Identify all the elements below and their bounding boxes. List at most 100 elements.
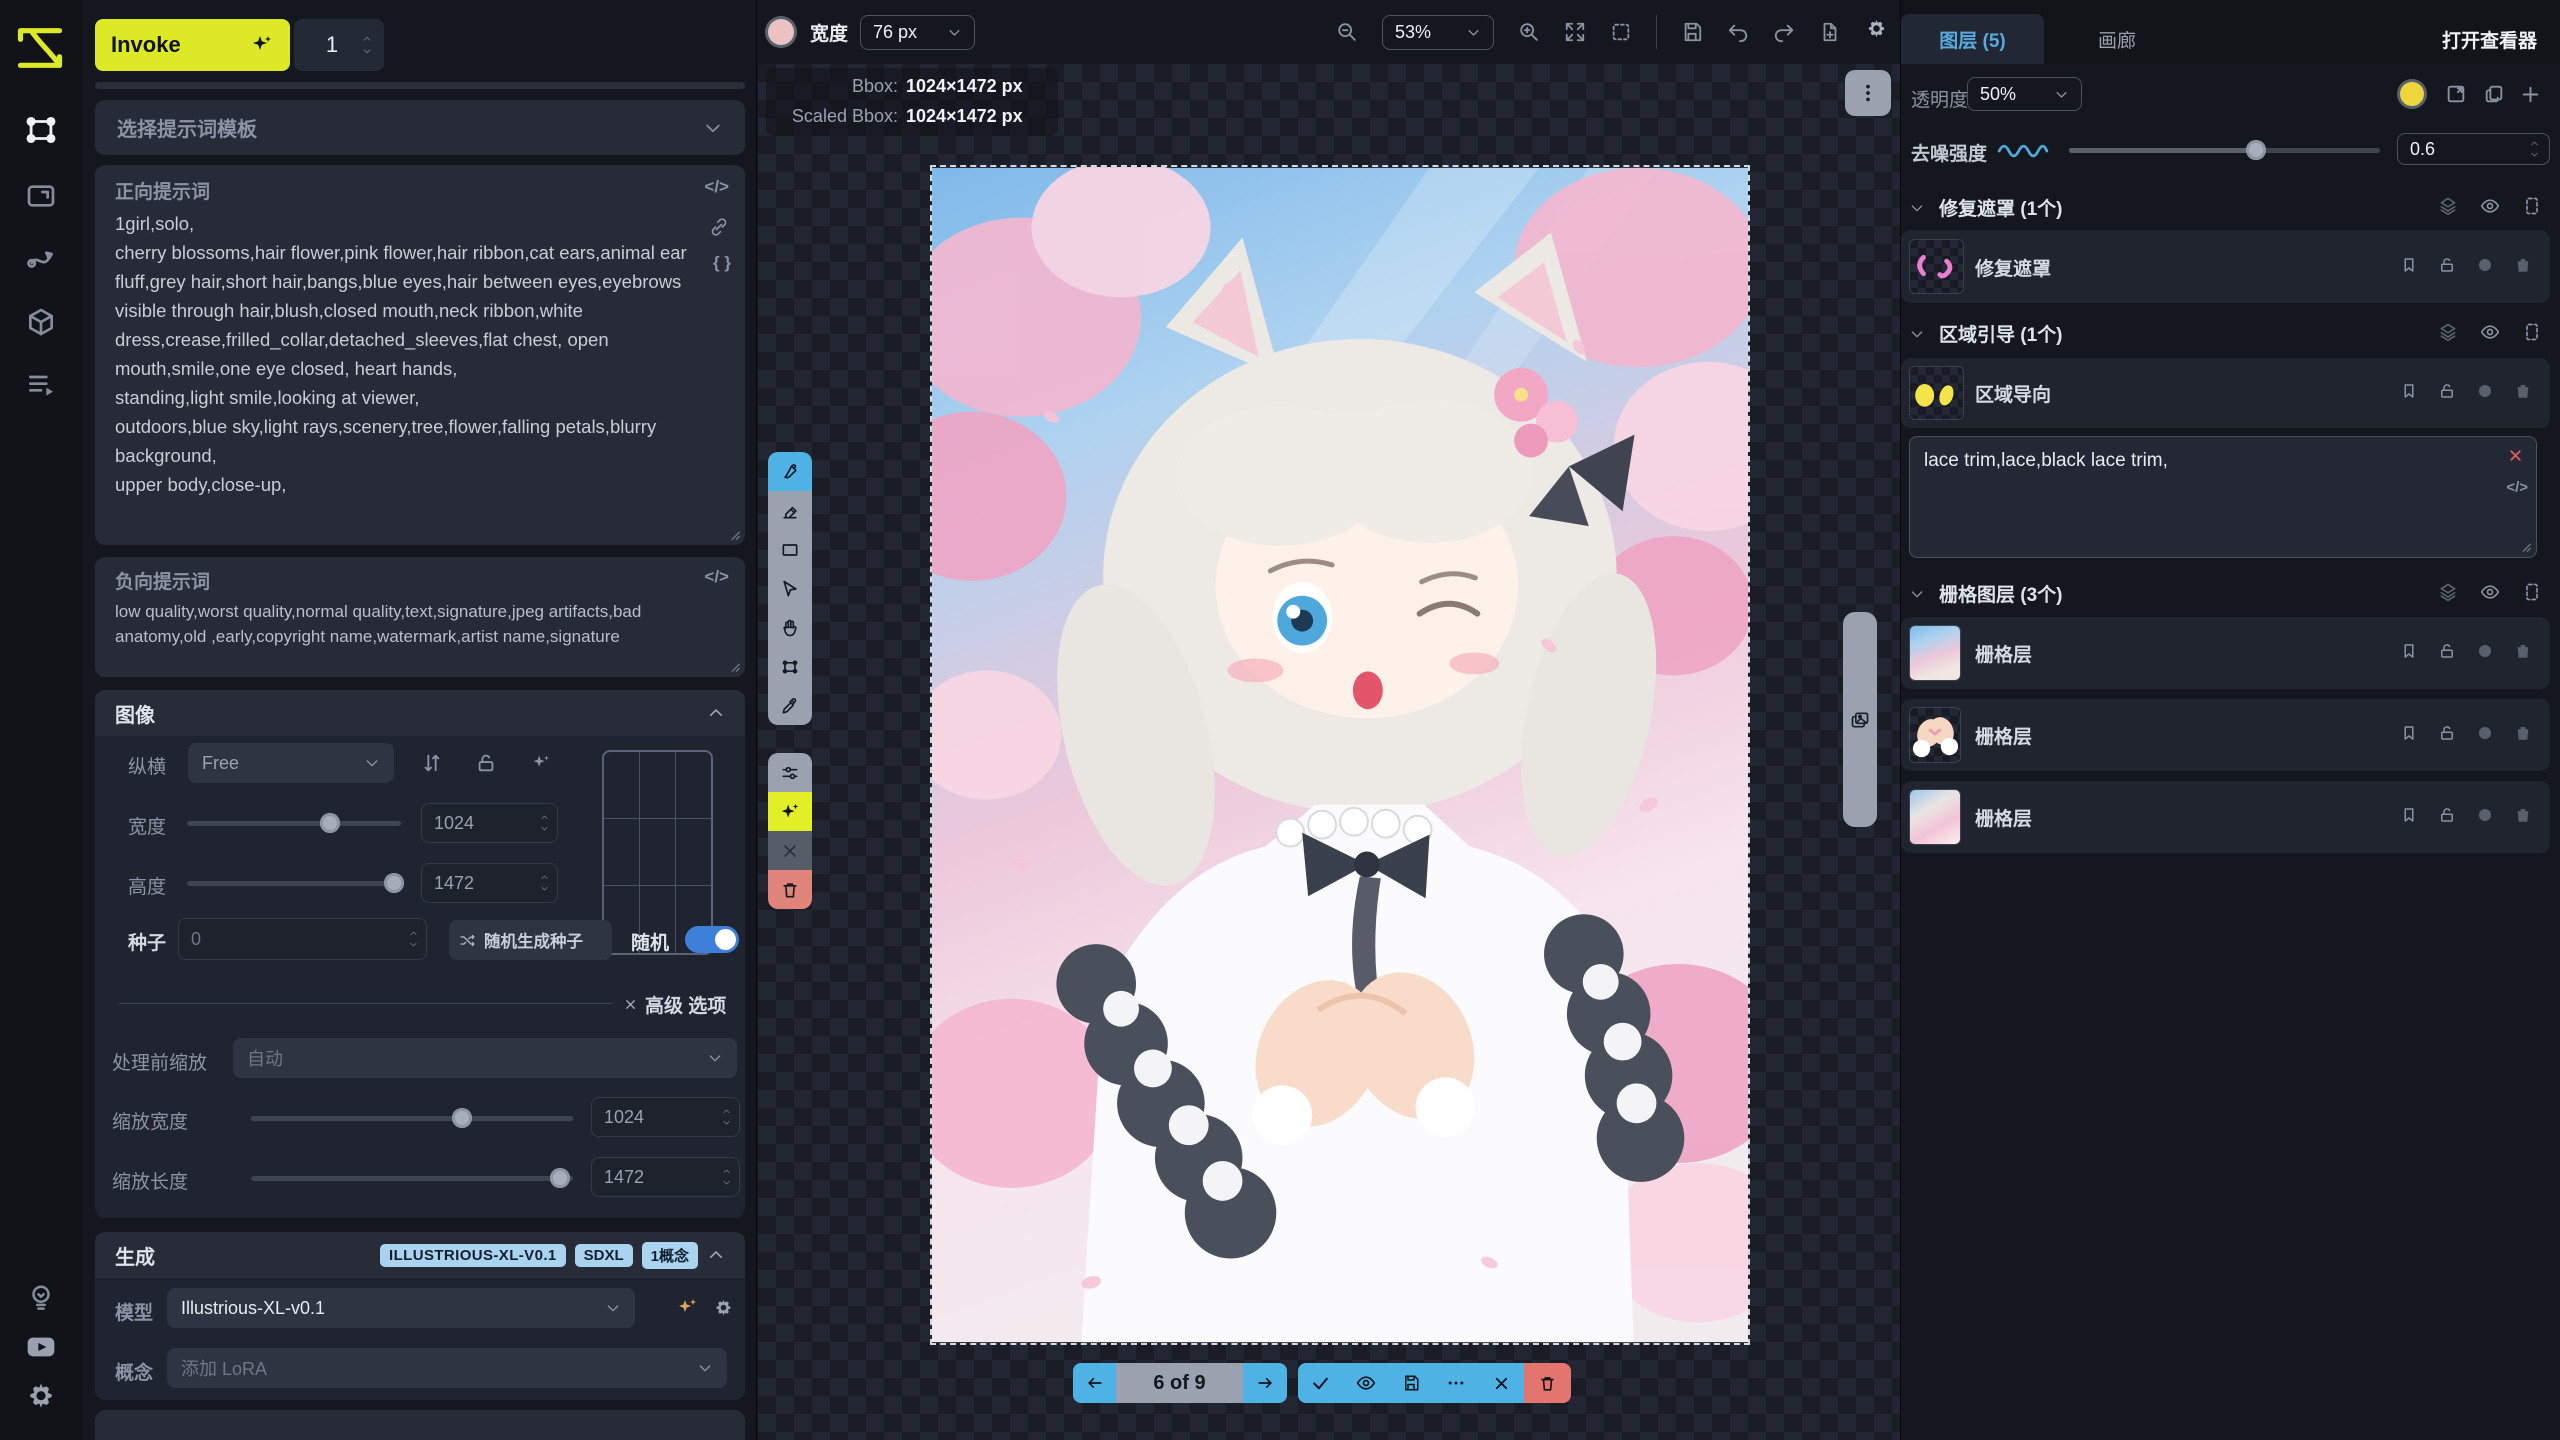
- brush-tool-button[interactable]: [768, 452, 812, 491]
- bookmark-icon[interactable]: [2400, 256, 2418, 279]
- layer-row-raster-1[interactable]: 栅格层: [1901, 617, 2550, 689]
- resize-handle-icon[interactable]: [727, 527, 741, 541]
- optimize-size-sparkle-icon[interactable]: [530, 752, 552, 779]
- group-isolate-icon[interactable]: [2522, 582, 2542, 602]
- positive-prompt-box[interactable]: 正向提示词 </> { } 1girl,solo, cherry blossom…: [95, 165, 745, 545]
- scaled-height-slider[interactable]: [251, 1176, 573, 1181]
- layer-color-dot[interactable]: [2476, 256, 2494, 279]
- staging-prev-button[interactable]: [1073, 1363, 1116, 1403]
- seed-input[interactable]: 0: [178, 918, 427, 960]
- delete-layer-icon[interactable]: [2514, 724, 2532, 747]
- cancel-button[interactable]: [768, 831, 812, 870]
- eyedropper-tool-button[interactable]: [768, 686, 812, 725]
- random-toggle[interactable]: [685, 926, 739, 953]
- pan-hand-tool-button[interactable]: [768, 608, 812, 647]
- scaled-width-slider-handle[interactable]: [452, 1108, 472, 1128]
- rail-tab-workflows[interactable]: [17, 234, 65, 282]
- regional-prompt-text[interactable]: lace trim,lace,black lace trim,: [1924, 447, 2484, 474]
- bbox-tool-button[interactable]: [768, 647, 812, 686]
- duplicate-layer-icon[interactable]: [2483, 83, 2505, 105]
- group-visibility-eye-icon[interactable]: [2480, 196, 2500, 216]
- height-slider-handle[interactable]: [384, 873, 404, 893]
- group-isolate-icon[interactable]: [2522, 196, 2542, 216]
- staging-next-button[interactable]: [1243, 1363, 1287, 1403]
- width-slider-handle[interactable]: [320, 813, 340, 833]
- layer-color-dot[interactable]: [2476, 724, 2494, 747]
- width-slider[interactable]: [187, 821, 401, 826]
- unlock-icon[interactable]: [2438, 642, 2456, 665]
- youtube-icon[interactable]: [17, 1323, 65, 1371]
- tab-gallery[interactable]: 画廊: [2061, 14, 2173, 64]
- layer-row-inpaint-mask[interactable]: 修复遮罩: [1901, 230, 2550, 303]
- denoise-input[interactable]: 0.6: [2397, 133, 2550, 165]
- stepper-chevrons[interactable]: [360, 34, 374, 56]
- rail-tab-gallery[interactable]: [17, 172, 65, 220]
- staging-save-button[interactable]: [1388, 1363, 1433, 1403]
- save-canvas-icon[interactable]: [1681, 21, 1703, 43]
- staging-accept-button[interactable]: [1298, 1363, 1343, 1403]
- unlock-icon[interactable]: [2438, 724, 2456, 747]
- group-header-inpaint-mask[interactable]: 修复遮罩 (1个): [1909, 194, 2063, 221]
- fit-bbox-icon[interactable]: [1610, 21, 1632, 43]
- aspect-dropdown[interactable]: Free: [188, 743, 394, 783]
- code-icon[interactable]: </>: [704, 177, 729, 197]
- rail-tab-models[interactable]: [17, 298, 65, 346]
- layer-color-swatch[interactable]: [2400, 82, 2424, 106]
- tab-layers[interactable]: 图层 (5): [1901, 14, 2044, 64]
- generation-section-header[interactable]: 生成 ILLUSTRIOUS-XL-V0.1 SDXL 1概念: [95, 1232, 745, 1278]
- denoise-slider-handle[interactable]: [2246, 140, 2266, 160]
- bookmark-icon[interactable]: [2400, 724, 2418, 747]
- remove-prompt-icon[interactable]: [2507, 447, 2524, 464]
- brush-color-swatch[interactable]: [768, 19, 794, 45]
- negative-prompt-box[interactable]: 负向提示词 </> low quality,worst quality,norm…: [95, 557, 745, 677]
- layer-row-regional-guidance[interactable]: 区域导向: [1901, 358, 2550, 428]
- canvas-menu-dots-icon[interactable]: [1845, 70, 1891, 116]
- fit-to-view-icon[interactable]: [1564, 21, 1586, 43]
- randomize-seed-button[interactable]: 随机生成种子: [449, 920, 612, 960]
- bookmark-icon[interactable]: [2400, 642, 2418, 665]
- bookmark-icon[interactable]: [2400, 806, 2418, 829]
- model-dropdown[interactable]: Illustrious-XL-v0.1: [167, 1288, 635, 1328]
- discard-trash-button[interactable]: [768, 870, 812, 909]
- layer-row-raster-3[interactable]: 栅格层: [1901, 781, 2550, 853]
- batch-count-stepper[interactable]: 1: [294, 19, 384, 71]
- resize-handle-icon[interactable]: [727, 659, 741, 673]
- staging-toggle-visibility-button[interactable]: [1343, 1363, 1388, 1403]
- zoom-in-icon[interactable]: [1518, 21, 1540, 43]
- staging-cancel-button[interactable]: [1478, 1363, 1524, 1403]
- bookmark-icon[interactable]: [2400, 382, 2418, 405]
- invoke-button[interactable]: Invoke: [95, 19, 290, 71]
- open-viewer-button[interactable]: 打开查看器: [2442, 26, 2537, 53]
- merge-layers-icon[interactable]: [2438, 582, 2458, 602]
- unlock-icon[interactable]: [2438, 256, 2456, 279]
- eraser-tool-button[interactable]: [768, 491, 812, 530]
- swap-dimensions-icon[interactable]: [421, 752, 443, 774]
- scaled-width-input[interactable]: 1024: [591, 1097, 740, 1137]
- height-input[interactable]: 1472: [421, 863, 558, 903]
- denoise-slider[interactable]: [2069, 148, 2380, 153]
- prompt-template-select[interactable]: 选择提示词模板: [95, 100, 745, 155]
- canvas-settings-gear-icon[interactable]: [1865, 18, 1888, 46]
- group-visibility-eye-icon[interactable]: [2480, 322, 2500, 342]
- opacity-dropdown[interactable]: 50%: [1967, 77, 2082, 111]
- positive-prompt-text[interactable]: 1girl,solo, cherry blossoms,hair flower,…: [115, 209, 690, 529]
- delete-layer-icon[interactable]: [2514, 806, 2532, 829]
- image-section-header[interactable]: 图像: [95, 690, 745, 736]
- layer-color-dot[interactable]: [2476, 642, 2494, 665]
- layer-color-dot[interactable]: [2476, 382, 2494, 405]
- layer-row-raster-2[interactable]: 栅格层: [1901, 699, 2550, 771]
- rail-tab-canvas[interactable]: [17, 106, 65, 154]
- braces-icon[interactable]: { }: [713, 253, 731, 273]
- staging-discard-button[interactable]: [1524, 1363, 1571, 1403]
- rect-tool-button[interactable]: [768, 530, 812, 569]
- undo-icon[interactable]: [1727, 21, 1749, 43]
- link-icon[interactable]: [709, 217, 729, 237]
- advanced-options-toggle[interactable]: 高级 选项: [623, 991, 726, 1018]
- group-visibility-eye-icon[interactable]: [2480, 582, 2500, 602]
- whats-new-icon[interactable]: [17, 1274, 65, 1322]
- negative-prompt-text[interactable]: low quality,worst quality,normal quality…: [115, 599, 715, 671]
- filter-settings-button[interactable]: [768, 753, 812, 792]
- delete-layer-icon[interactable]: [2514, 382, 2532, 405]
- code-icon[interactable]: </>: [704, 567, 729, 587]
- lock-aspect-icon[interactable]: [475, 752, 497, 774]
